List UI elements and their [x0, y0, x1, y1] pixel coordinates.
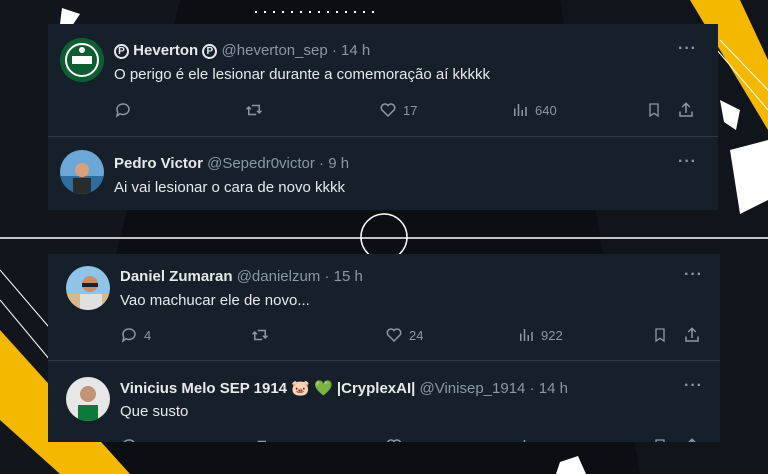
tweet-vinicius-melo[interactable]: Vinicius Melo SEP 1914 🐷 💚 |CryplexAI| @… [48, 361, 720, 442]
tweet-header: Pedro Victor @Sepedr0victor · 9 h [114, 155, 349, 172]
retweet-button[interactable] [250, 437, 270, 442]
tweet-daniel-zumaran[interactable]: Daniel Zumaran @danielzum · 15 h ··· Vao… [48, 254, 720, 360]
reply-button[interactable] [114, 101, 132, 119]
handle[interactable]: @danielzum [237, 268, 321, 285]
like-icon [386, 328, 402, 343]
user-photo-icon [60, 150, 104, 194]
views-icon [514, 104, 527, 116]
display-name-suffix[interactable]: |CryplexAI| [337, 380, 415, 397]
view-count: 640 [535, 102, 557, 118]
retweet-button[interactable] [244, 101, 264, 119]
retweet-icon [245, 104, 263, 116]
pig-emoji-icon: 🐷 [291, 380, 310, 397]
tweet-actions: 17 640 [114, 101, 704, 123]
green-heart-emoji-icon: 💚 [314, 380, 333, 397]
tweet-header: P Heverton P @heverton_sep · 14 h [114, 42, 370, 59]
retweet-icon [254, 440, 266, 442]
display-name[interactable]: Heverton [133, 42, 198, 59]
share-button[interactable] [683, 437, 701, 442]
display-name[interactable]: Pedro Victor [114, 155, 203, 172]
bookmark-icon [655, 439, 665, 442]
palmeiras-badge-icon: P [114, 44, 129, 59]
avatar[interactable] [66, 266, 110, 310]
user-photo-icon [66, 266, 110, 310]
palmeiras-logo-icon [60, 38, 104, 82]
like-count: 24 [409, 327, 424, 343]
bookmark-button[interactable] [646, 101, 662, 119]
tweet-card-top: P Heverton P @heverton_sep · 14 h ··· O … [48, 24, 718, 210]
tweet-heverton[interactable]: P Heverton P @heverton_sep · 14 h ··· O … [48, 24, 718, 136]
bookmark-button[interactable] [652, 326, 668, 344]
tweet-text: Ai vai lesionar o cara de novo kkkk [114, 179, 345, 196]
views-icon [523, 440, 526, 442]
user-photo-icon [66, 377, 110, 421]
separator-dot: · [529, 380, 535, 397]
timestamp[interactable]: 14 h [341, 42, 370, 59]
display-name[interactable]: Daniel Zumaran [120, 268, 233, 285]
tweet-text: Que susto [120, 403, 189, 420]
like-button[interactable]: 17 [379, 101, 417, 119]
avatar[interactable] [60, 150, 104, 194]
bookmark-icon [655, 328, 665, 343]
tweet-header: Daniel Zumaran @danielzum · 15 h [120, 268, 363, 285]
tweet-card-bottom: Daniel Zumaran @danielzum · 15 h ··· Vao… [48, 254, 720, 442]
share-icon [688, 438, 696, 442]
like-icon [380, 103, 396, 118]
handle[interactable]: @heverton_sep [222, 42, 328, 59]
view-count: 922 [541, 327, 563, 343]
bookmark-icon [649, 103, 659, 118]
views-icon [520, 329, 533, 341]
views-button[interactable]: 640 [511, 101, 557, 119]
timestamp[interactable]: 15 h [334, 268, 363, 285]
more-icon[interactable]: ··· [684, 266, 703, 284]
display-name[interactable]: Vinicius Melo SEP 1914 [120, 380, 287, 397]
tweet-pedro-victor[interactable]: Pedro Victor @Sepedr0victor · 9 h ··· Ai… [48, 137, 718, 210]
tweet-text: O perigo é ele lesionar durante a comemo… [114, 66, 491, 83]
separator-dot: · [324, 268, 330, 285]
reply-count: 4 [144, 327, 152, 343]
share-icon [685, 327, 699, 342]
tweet-header: Vinicius Melo SEP 1914 🐷 💚 |CryplexAI| @… [120, 379, 568, 397]
avatar[interactable] [66, 377, 110, 421]
like-icon [386, 439, 402, 442]
tweet-text: Vao machucar ele de novo... [120, 292, 310, 309]
reply-icon [123, 439, 135, 442]
share-button[interactable] [677, 101, 695, 119]
retweet-icon [251, 329, 269, 341]
timestamp[interactable]: 14 h [539, 380, 568, 397]
separator-dot: · [319, 155, 325, 172]
tweet-actions-partial [120, 437, 710, 442]
avatar[interactable] [60, 38, 104, 82]
views-button[interactable] [517, 437, 535, 442]
bookmark-button[interactable] [652, 437, 668, 442]
more-icon[interactable]: ··· [678, 40, 697, 58]
separator-dot: · [331, 42, 337, 59]
like-count: 17 [403, 102, 418, 118]
palmeiras-badge-icon: P [202, 44, 218, 59]
more-icon[interactable]: ··· [678, 153, 697, 171]
handle[interactable]: @Sepedr0victor [207, 155, 315, 172]
more-icon[interactable]: ··· [684, 377, 703, 395]
reply-icon [115, 103, 130, 118]
reply-button[interactable] [120, 437, 138, 442]
reply-button[interactable]: 4 [120, 326, 151, 344]
timestamp[interactable]: 9 h [328, 155, 349, 172]
handle[interactable]: @Vinisep_1914 [420, 380, 526, 397]
share-icon [679, 102, 693, 117]
views-button[interactable]: 922 [517, 326, 563, 344]
tweet-actions: 4 24 922 [120, 326, 710, 348]
like-button[interactable]: 24 [385, 326, 423, 344]
like-button[interactable] [385, 437, 403, 442]
reply-icon [121, 328, 136, 343]
share-button[interactable] [683, 326, 701, 344]
retweet-button[interactable] [250, 326, 270, 344]
